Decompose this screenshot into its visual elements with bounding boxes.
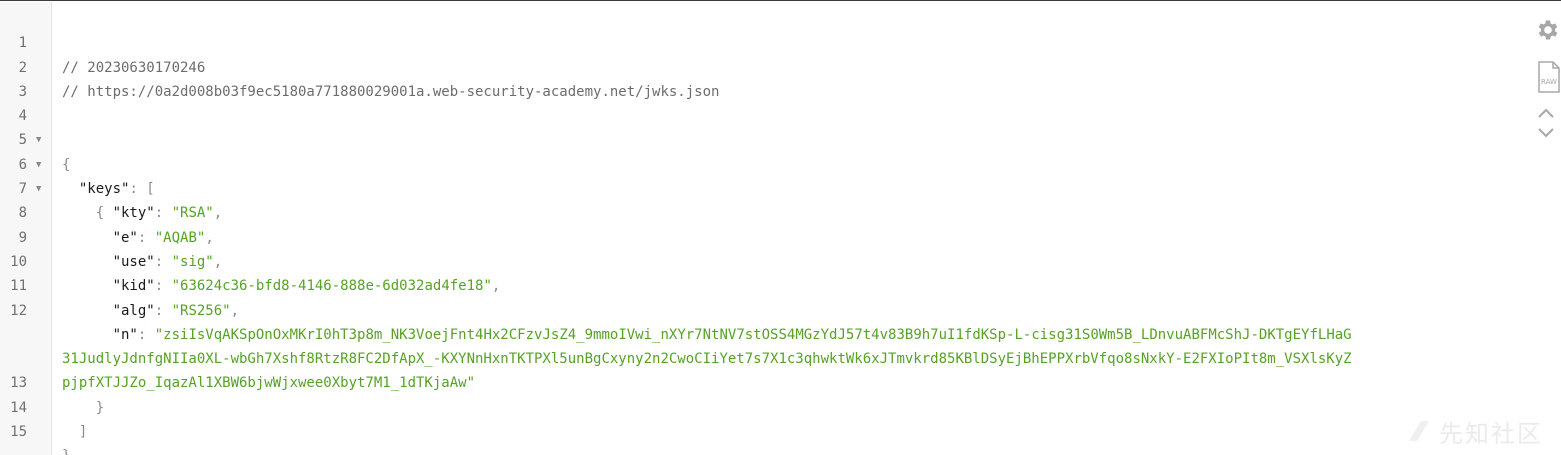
watermark: 先知社区 — [1405, 415, 1543, 448]
code-line: 14 ] — [0, 371, 1561, 440]
json-key: "n" — [112, 326, 138, 343]
code-line: 4 ▼ { — [0, 80, 1561, 173]
chevron-down-icon[interactable] — [1537, 127, 1555, 139]
code-line: 15 } — [0, 396, 1561, 455]
json-viewer: 1 // 20230630170246 2 // https://0a2d008… — [0, 0, 1561, 455]
line-number: 15 — [10, 424, 27, 441]
code-line: 7 "kty": "RSA", — [0, 153, 1561, 221]
close-brace: } — [62, 448, 70, 455]
code-line: 6 ▼ { — [0, 128, 1561, 222]
watermark-text: 先知社区 — [1439, 419, 1543, 448]
code-line: 2 // https://0a2d008b03f9ec5180a77188002… — [0, 31, 1561, 100]
watermark-logo-icon — [1409, 421, 1429, 441]
code-line: 1 // 20230630170246 — [0, 7, 1561, 75]
code-line: 10 "kid": "63624c36-bfd8-4146-888e-6d032… — [0, 226, 1561, 294]
line-number: 12 — [10, 302, 27, 319]
code-line: 12 "n": "zsiIsVqAKSpOnOxMKrI0hT3p8m_NK3V… — [0, 274, 1561, 392]
gear-icon[interactable] — [1535, 17, 1561, 43]
code-line: 11 "alg": "RS256", — [0, 250, 1561, 318]
code-editor[interactable]: 1 // 20230630170246 2 // https://0a2d008… — [0, 7, 1561, 455]
code-line: 13 } — [0, 347, 1561, 415]
code-line: 3 — [0, 56, 1561, 100]
chevron-up-icon[interactable] — [1537, 107, 1555, 119]
colon: : — [137, 326, 155, 343]
raw-file-icon[interactable]: RAW — [1537, 61, 1561, 93]
code-line: 9 "use": "sig", — [0, 201, 1561, 270]
raw-label: RAW — [1541, 78, 1557, 86]
close-bracket: ] — [78, 424, 88, 441]
code-line: 5 ▼ "keys": [ — [0, 104, 1561, 197]
code-line: 8 "e": "AQAB", — [0, 177, 1561, 245]
